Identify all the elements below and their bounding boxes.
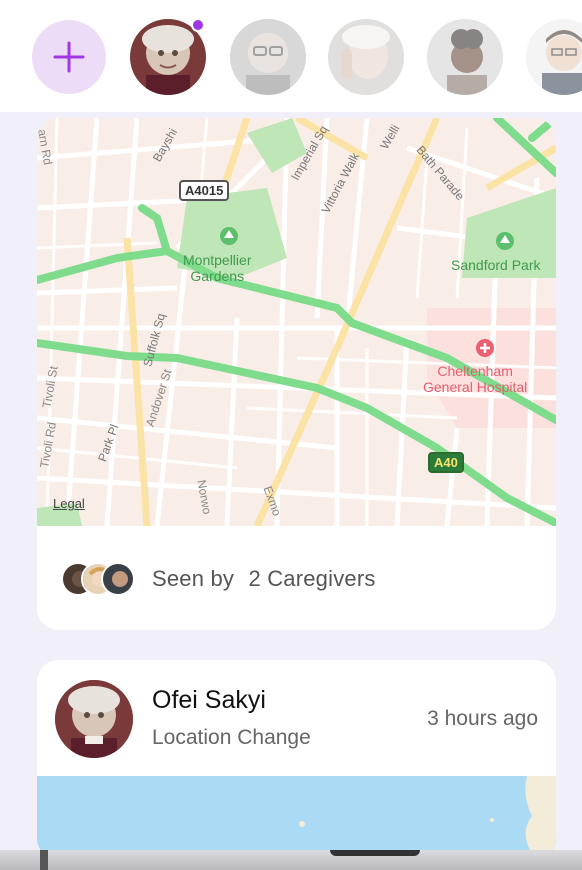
map-label-hospital: Cheltenham General Hospital <box>423 363 528 395</box>
road-shield-a4015: A4015 <box>179 180 230 201</box>
caregiver-avatar-bar <box>0 0 582 112</box>
notification-badge <box>191 18 205 32</box>
poster-name: Ofei Sakyi <box>152 686 266 714</box>
map-legal-link[interactable]: Legal <box>53 496 85 511</box>
add-button[interactable] <box>32 20 106 94</box>
event-timestamp: 3 hours ago <box>427 707 538 730</box>
edge-bar <box>40 850 48 870</box>
map-preview[interactable] <box>37 776 556 850</box>
avatar-young-man[interactable] <box>526 19 582 95</box>
app-screen: A4015 A40 Montpellier Gardens Sandford P… <box>0 0 582 850</box>
avatar-elderly-man[interactable] <box>230 19 306 95</box>
road-shield-a40: A40 <box>428 452 464 473</box>
event-type: Location Change <box>152 726 311 749</box>
device-bottom-edge <box>0 850 582 870</box>
activity-card[interactable]: Ofei Sakyi Location Change 3 hours ago <box>37 660 556 850</box>
map-view[interactable]: A4015 A40 Montpellier Gardens Sandford P… <box>37 118 556 528</box>
seen-by-text: Seen by 2 Caregivers <box>152 566 376 592</box>
seen-by-count: 2 Caregivers <box>248 566 376 591</box>
avatar-elderly-woman[interactable] <box>328 19 404 95</box>
map-label-sandford: Sandford Park <box>451 257 541 273</box>
avatar-woman-curly[interactable] <box>427 19 503 95</box>
edge-pill <box>330 850 420 856</box>
location-card: A4015 A40 Montpellier Gardens Sandford P… <box>37 118 556 630</box>
plus-icon <box>53 41 85 73</box>
poster-avatar <box>55 680 133 758</box>
seen-avatar-3 <box>101 562 135 596</box>
map-label-montpellier: Montpellier Gardens <box>183 252 252 284</box>
seen-by-label: Seen by <box>152 566 235 591</box>
